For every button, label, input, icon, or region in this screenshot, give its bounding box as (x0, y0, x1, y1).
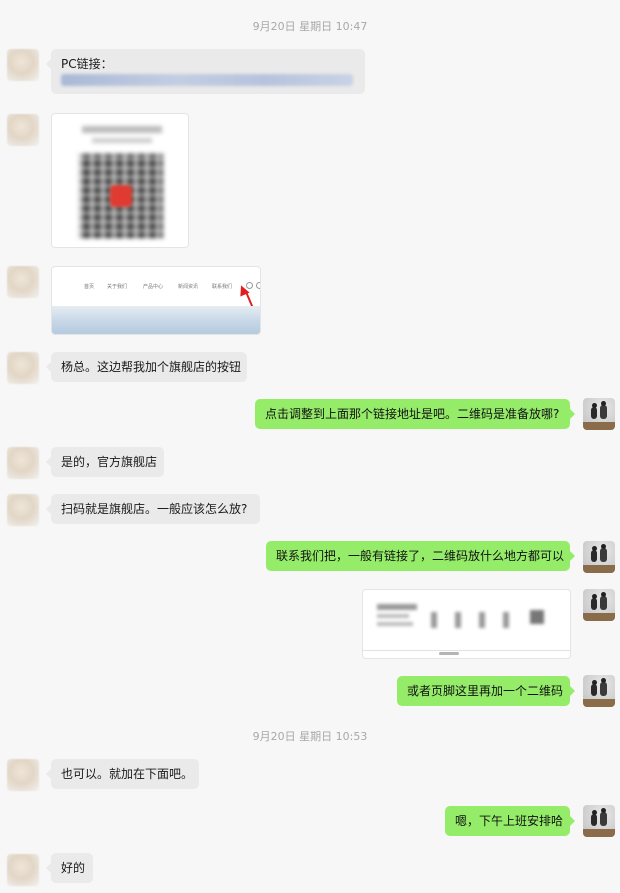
message-text: 是的，官方旗舰店 (61, 455, 158, 469)
nav-item-news: 新闻资讯 (178, 284, 199, 290)
message-text: 好的 (61, 861, 86, 875)
my-avatar[interactable] (583, 675, 615, 707)
pagination-dots (439, 652, 459, 655)
message-text: 点击调整到上面那个链接地址是吧。二维码是准备放哪? (265, 407, 560, 421)
blurred-subtitle (92, 138, 152, 143)
nav-item-products: 产品中心 (143, 284, 164, 290)
nav-item-about: 关于我们 (107, 284, 128, 290)
message-text: 联系我们把，一般有链接了，二维码放什么地方都可以 (276, 549, 565, 563)
globe-icon (256, 282, 260, 289)
message-bubble[interactable]: 是的，官方旗舰店 (46, 447, 164, 477)
contact-avatar[interactable] (7, 759, 39, 791)
message-bubble-outgoing[interactable]: 嗯，下午上班安排哈 (445, 806, 575, 836)
message-bubble[interactable]: 好的 (46, 853, 93, 883)
message-text: 杨总。这边帮我加个旗舰店的按钮 (61, 360, 242, 374)
banner-sky (52, 306, 260, 334)
timestamp: 9月20日 星期日 10:53 (252, 730, 368, 743)
contact-avatar[interactable] (7, 49, 39, 81)
my-avatar[interactable] (583, 398, 615, 430)
message-bubble[interactable]: 也可以。就加在下面吧。 (46, 759, 199, 789)
timestamp: 9月20日 星期日 10:47 (252, 20, 368, 33)
message-bubble-outgoing[interactable]: 或者页脚这里再加一个二维码 (397, 676, 575, 706)
contact-avatar[interactable] (7, 114, 39, 146)
my-avatar[interactable] (583, 541, 615, 573)
message-text: 嗯，下午上班安排哈 (455, 814, 564, 828)
website-screenshot-image[interactable]: 首页 关于我们 产品中心 新闻资讯 联系我们 (51, 266, 261, 335)
my-avatar[interactable] (583, 589, 615, 621)
contact-avatar[interactable] (7, 266, 39, 298)
message-bubble-pc-link[interactable]: PC链接： (46, 49, 365, 94)
divider (363, 650, 570, 651)
my-avatar[interactable] (583, 805, 615, 837)
qr-logo (110, 185, 132, 207)
nav-item-contact: 联系我们 (212, 284, 233, 290)
message-text: 扫码就是旗舰店。一般应该怎么放? (61, 502, 248, 516)
contact-avatar[interactable] (7, 494, 39, 526)
message-bubble-outgoing[interactable]: 联系我们把，一般有链接了，二维码放什么地方都可以 (266, 541, 575, 571)
message-text: PC链接： (61, 57, 113, 71)
message-text: 或者页脚这里再加一个二维码 (407, 684, 564, 698)
message-bubble-outgoing[interactable]: 点击调整到上面那个链接地址是吧。二维码是准备放哪? (255, 399, 575, 429)
qr-code-image[interactable] (51, 113, 189, 248)
footer-screenshot-image[interactable] (362, 589, 571, 659)
blurred-link[interactable] (61, 74, 353, 86)
blurred-title (82, 126, 162, 133)
contact-avatar[interactable] (7, 447, 39, 479)
contact-avatar[interactable] (7, 352, 39, 384)
contact-avatar[interactable] (7, 854, 39, 886)
nav-item-home: 首页 (84, 284, 95, 290)
message-text: 也可以。就加在下面吧。 (61, 767, 194, 781)
message-bubble[interactable]: 杨总。这边帮我加个旗舰店的按钮 (46, 352, 247, 382)
message-bubble[interactable]: 扫码就是旗舰店。一般应该怎么放? (46, 494, 260, 524)
